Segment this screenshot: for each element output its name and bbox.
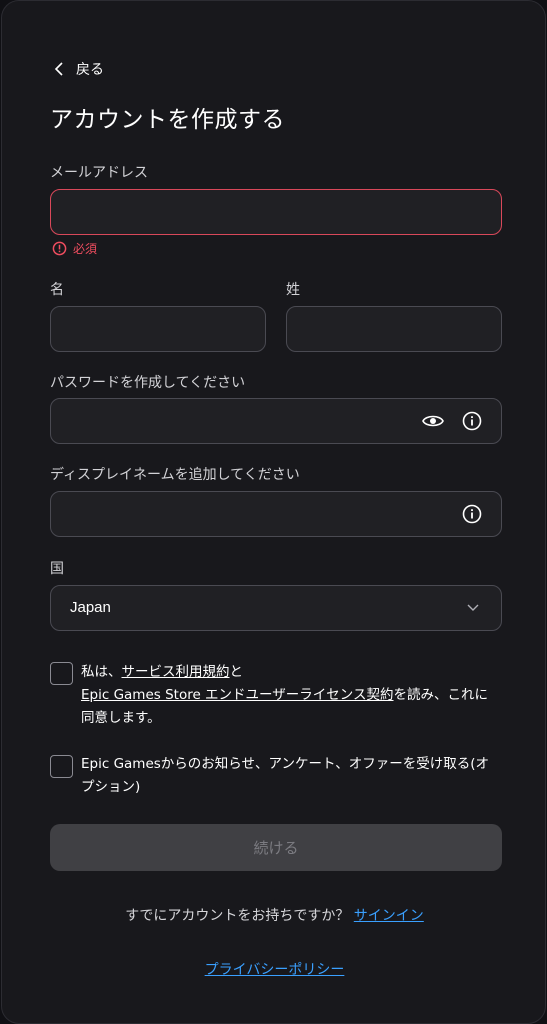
first-name-label: 名 <box>50 282 64 298</box>
first-name-field[interactable] <box>50 306 266 352</box>
privacy-policy-link[interactable]: プライバシーポリシー <box>205 962 345 978</box>
page-title: アカウントを作成する <box>50 107 285 133</box>
terms-suffix1: を読み、これに <box>393 687 489 703</box>
info-icon[interactable] <box>460 502 484 526</box>
back-button[interactable]: 戻る <box>54 59 104 79</box>
error-text: 必須 <box>73 242 98 256</box>
last-name-field[interactable] <box>286 306 502 352</box>
back-label: 戻る <box>76 62 104 78</box>
marketing-text-line1: Epic Gamesからのお知らせ、アンケート、オファーを受け取る(オ <box>81 756 489 772</box>
chevron-left-icon <box>54 62 63 76</box>
country-select[interactable]: Japan <box>50 585 502 631</box>
marketing-text: Epic Gamesからのお知らせ、アンケート、オファーを受け取る(オ プション… <box>81 753 521 799</box>
signin-prompt: すでにアカウントをお持ちですか？ <box>125 908 350 924</box>
continue-button[interactable]: 続ける <box>50 824 502 871</box>
signup-card: 戻る アカウントを作成する メールアドレス 必須 名 姓 パスワードを作成してく… <box>1 0 546 1024</box>
email-error: 必須 <box>52 240 97 257</box>
password-label: パスワードを作成してください <box>50 375 246 391</box>
terms-of-service-link[interactable]: サービス利用規約 <box>122 664 230 680</box>
password-field[interactable] <box>50 398 502 444</box>
signin-link[interactable]: サインイン <box>354 908 424 924</box>
error-icon <box>52 241 67 256</box>
display-name-label: ディスプレイネームを追加してください <box>50 467 300 483</box>
terms-checkbox[interactable] <box>50 662 73 685</box>
marketing-text-line2: プション) <box>81 779 141 795</box>
terms-mid: と <box>229 664 244 680</box>
privacy-row: プライバシーポリシー <box>2 959 547 979</box>
eye-icon[interactable] <box>421 409 445 433</box>
eula-link[interactable]: Epic Games Store エンドユーザーライセンス契約 <box>81 687 394 703</box>
display-name-field[interactable] <box>50 491 502 537</box>
terms-prefix: 私は、 <box>81 664 122 680</box>
terms-text: 私は、サービス利用規約と Epic Games Store エンドユーザーライセ… <box>81 661 511 730</box>
last-name-label: 姓 <box>286 282 300 298</box>
info-icon[interactable] <box>460 409 484 433</box>
marketing-checkbox[interactable] <box>50 755 73 778</box>
email-field[interactable] <box>50 189 502 235</box>
country-selected: Japan <box>70 599 111 616</box>
terms-suffix2: 同意します。 <box>81 710 161 726</box>
email-label: メールアドレス <box>50 165 148 181</box>
country-label: 国 <box>50 561 64 577</box>
chevron-down-icon <box>467 604 479 611</box>
signin-row: すでにアカウントをお持ちですか？ サインイン <box>2 905 547 925</box>
